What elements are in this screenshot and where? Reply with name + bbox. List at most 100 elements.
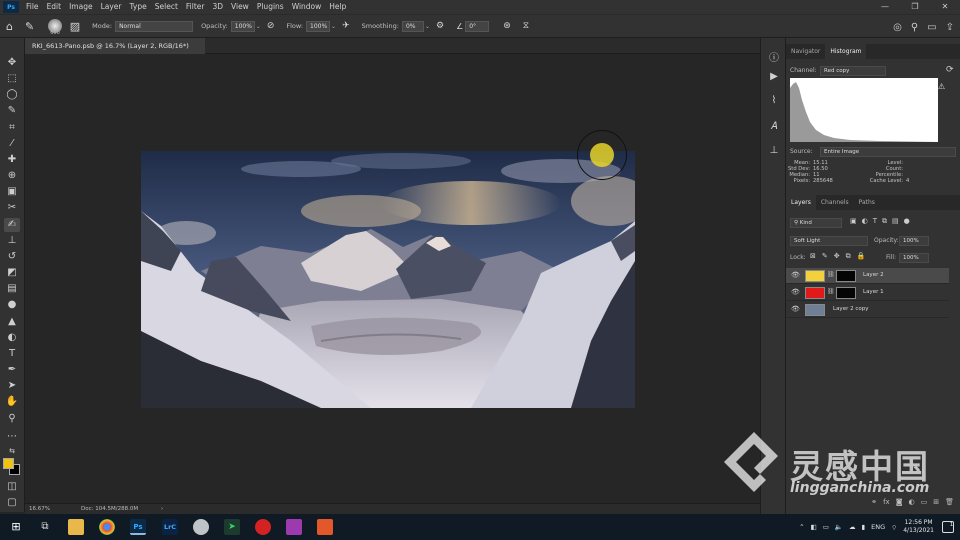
tray-volume-icon[interactable]: 🔈 bbox=[835, 523, 843, 531]
zoom-level[interactable]: 16.67% bbox=[29, 504, 50, 514]
taskbar-clock[interactable]: 12:56 PM 4/13/2021 bbox=[903, 519, 934, 535]
lasso-tool-icon[interactable]: ◯ bbox=[4, 88, 20, 102]
tab-layers[interactable]: Layers bbox=[786, 195, 816, 210]
canvas-area[interactable] bbox=[25, 54, 760, 503]
pressure-size-icon[interactable]: ⊛ bbox=[503, 21, 511, 31]
path-selection-tool-icon[interactable]: ➤ bbox=[4, 379, 20, 393]
eraser-tool-icon[interactable]: ◩ bbox=[4, 266, 20, 280]
app-red-circle-icon[interactable] bbox=[255, 519, 271, 535]
layer-mask-thumbnail[interactable] bbox=[836, 287, 856, 299]
smoothing-field[interactable]: 0% bbox=[401, 20, 424, 32]
lock-position-icon[interactable]: ✥ bbox=[834, 252, 840, 261]
layer-thumbnail[interactable] bbox=[805, 304, 825, 316]
photoshop-taskbar-icon[interactable]: Ps bbox=[130, 519, 146, 535]
menu-file[interactable]: File bbox=[22, 0, 43, 14]
menu-layer[interactable]: Layer bbox=[97, 0, 126, 14]
menu-window[interactable]: Window bbox=[288, 0, 326, 14]
blur-tool-icon[interactable]: ● bbox=[4, 298, 20, 312]
layer-row[interactable]: 👁 ⛓ Layer 2 bbox=[786, 268, 949, 284]
mountain-panorama-image[interactable] bbox=[141, 151, 635, 408]
refresh-histogram-icon[interactable]: ⟳ bbox=[946, 65, 954, 75]
tray-wifi-icon[interactable]: ⌔ bbox=[891, 523, 897, 532]
mode-select[interactable]: Normal bbox=[115, 20, 194, 32]
brush-settings-icon[interactable]: ▨ bbox=[70, 20, 80, 33]
quick-mask-icon[interactable]: ◫ bbox=[4, 480, 20, 494]
lock-transparent-icon[interactable]: ⊠ bbox=[810, 252, 816, 261]
clone-source-icon[interactable]: ⊥ bbox=[767, 144, 781, 158]
lock-image-icon[interactable]: ✎ bbox=[822, 252, 828, 261]
home-icon[interactable]: ⌂ bbox=[6, 20, 13, 33]
flow-field[interactable]: 100% bbox=[306, 20, 331, 32]
fill-field[interactable]: 100% bbox=[899, 253, 929, 263]
app-globe-icon[interactable] bbox=[193, 519, 209, 535]
visibility-eye-icon[interactable]: 👁 bbox=[791, 305, 800, 313]
type-tool-icon[interactable]: T bbox=[4, 347, 20, 361]
adjustment-filter-icon[interactable]: ◐ bbox=[862, 217, 868, 226]
menu-edit[interactable]: Edit bbox=[43, 0, 66, 14]
airbrush-icon[interactable]: ✈ bbox=[342, 21, 350, 31]
pen-tool-icon[interactable]: ✒ bbox=[4, 363, 20, 377]
menu-select[interactable]: Select bbox=[151, 0, 182, 14]
tray-cloud-icon[interactable]: ☁ bbox=[849, 523, 856, 531]
menu-type[interactable]: Type bbox=[126, 0, 151, 14]
workspace-icon[interactable]: ▭ bbox=[927, 22, 936, 33]
shape-filter-icon[interactable]: ⧉ bbox=[882, 217, 887, 226]
frame-tool-icon[interactable]: ▣ bbox=[4, 185, 20, 199]
source-select[interactable]: Entire Image bbox=[820, 147, 956, 157]
menu-view[interactable]: View bbox=[227, 0, 253, 14]
windows-start-icon[interactable]: ⊞ bbox=[8, 519, 24, 535]
red-eye-tool-icon[interactable]: ⊕ bbox=[4, 169, 20, 183]
add-mask-icon[interactable]: ◙ bbox=[896, 498, 903, 510]
mask-link-icon[interactable]: ⛓ bbox=[827, 271, 835, 278]
channel-select[interactable]: Red copy bbox=[820, 66, 886, 76]
layer-row[interactable]: 👁 Layer 2 copy bbox=[786, 302, 949, 318]
layer-opacity-field[interactable]: 100% bbox=[899, 236, 929, 246]
sharpen-tool-icon[interactable]: ▲ bbox=[4, 315, 20, 329]
zoom-tool-icon[interactable]: ⚲ bbox=[4, 412, 20, 426]
share-export-icon[interactable]: ⇪ bbox=[946, 22, 954, 33]
patch-tool-icon[interactable]: ✂ bbox=[4, 201, 20, 215]
filter-toggle-icon[interactable]: ● bbox=[904, 217, 910, 226]
layer-thumbnail[interactable] bbox=[805, 287, 825, 299]
info-icon[interactable]: ⓘ bbox=[767, 52, 781, 66]
lock-all-icon[interactable]: 🔒 bbox=[857, 252, 866, 261]
task-view-icon[interactable]: ⧉ bbox=[37, 519, 53, 535]
layer-style-icon[interactable]: fx bbox=[883, 498, 890, 510]
hand-tool-icon[interactable]: ✋ bbox=[4, 395, 20, 409]
layer-filter-select[interactable]: ⚲ Kind bbox=[790, 218, 842, 228]
chrome-icon[interactable] bbox=[99, 519, 115, 535]
symmetry-icon[interactable]: ⧖ bbox=[523, 21, 529, 31]
document-tab[interactable]: RKI_6613-Pano.psb @ 16.7% (Layer 2, RGB/… bbox=[25, 38, 205, 66]
crop-tool-icon[interactable]: ⌗ bbox=[4, 121, 20, 135]
brush-tool-icon[interactable]: ✍ bbox=[4, 218, 20, 232]
pixel-filter-icon[interactable]: ▣ bbox=[850, 217, 857, 226]
character-icon[interactable]: 𝐴 bbox=[767, 120, 781, 134]
notification-center-icon[interactable]: 1 bbox=[942, 521, 954, 533]
tray-battery-icon[interactable]: ▮ bbox=[862, 523, 866, 531]
lightroom-classic-icon[interactable]: LrC bbox=[162, 519, 178, 535]
layer-mask-thumbnail[interactable] bbox=[836, 270, 856, 282]
menu-plugins[interactable]: Plugins bbox=[253, 0, 288, 14]
angle-field[interactable]: 0° bbox=[465, 20, 490, 32]
app-purple-icon[interactable] bbox=[286, 519, 302, 535]
opacity-dropdown-icon[interactable]: ⌄ bbox=[256, 23, 261, 30]
mask-link-icon[interactable]: ⛓ bbox=[827, 288, 835, 295]
adjustment-layer-icon[interactable]: ◐ bbox=[909, 498, 915, 510]
link-layers-icon[interactable]: ⚭ bbox=[871, 498, 877, 510]
restore-button[interactable]: ❐ bbox=[900, 0, 930, 14]
opacity-field[interactable]: 100% bbox=[230, 20, 255, 32]
tray-app-icon[interactable]: ◧ bbox=[811, 523, 817, 531]
layer-thumbnail[interactable] bbox=[805, 270, 825, 282]
swap-colors-icon[interactable]: ⇆ bbox=[4, 444, 20, 458]
new-layer-icon[interactable]: ⊞ bbox=[933, 498, 939, 510]
type-filter-icon[interactable]: T bbox=[873, 217, 877, 226]
visibility-eye-icon[interactable]: 👁 bbox=[791, 271, 800, 279]
menu-image[interactable]: Image bbox=[65, 0, 97, 14]
quick-select-tool-icon[interactable]: ✎ bbox=[4, 104, 20, 118]
foreground-color-swatch[interactable] bbox=[3, 458, 14, 469]
tray-network-icon[interactable]: ▭ bbox=[823, 523, 829, 531]
move-tool-icon[interactable]: ✥ bbox=[4, 56, 20, 70]
menu-3d[interactable]: 3D bbox=[208, 0, 227, 14]
eyedropper-tool-icon[interactable]: ⁄ bbox=[4, 137, 20, 151]
minimize-button[interactable]: — bbox=[870, 0, 900, 14]
